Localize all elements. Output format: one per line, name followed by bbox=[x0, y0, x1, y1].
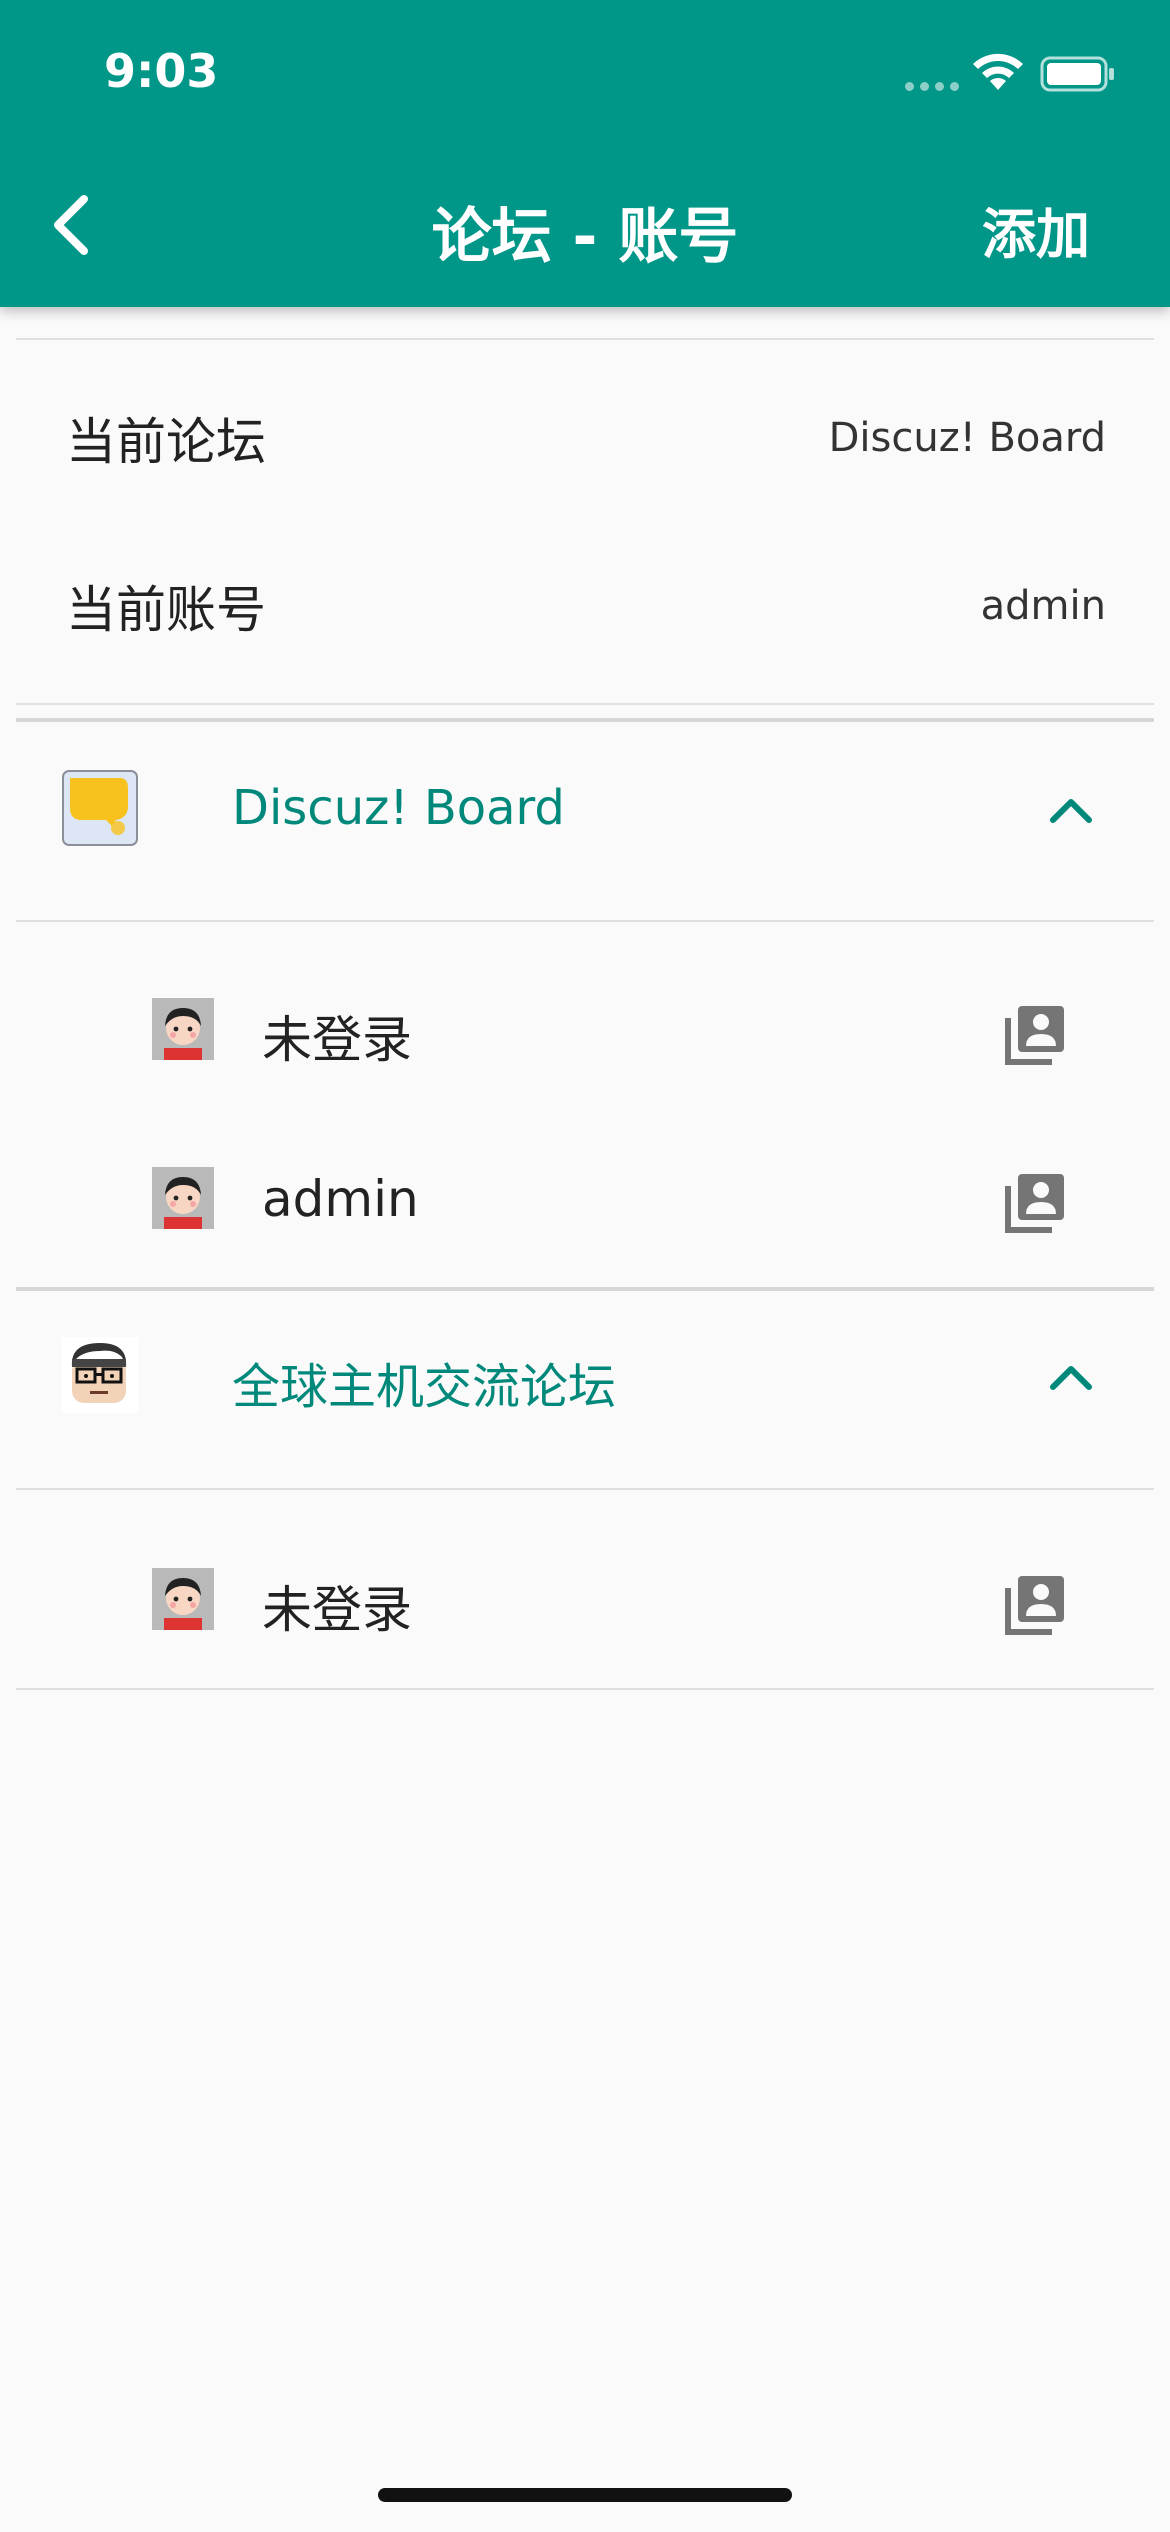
signal-icon bbox=[905, 82, 959, 91]
wifi-icon bbox=[973, 53, 1023, 90]
divider bbox=[16, 338, 1154, 340]
account-row[interactable]: admin bbox=[0, 1140, 1170, 1270]
account-name: 未登录 bbox=[262, 1011, 412, 1069]
switch-account-icon[interactable] bbox=[1002, 1002, 1068, 1068]
divider bbox=[16, 920, 1154, 922]
app-bar: 9:03 论坛 - 账号 添加 bbox=[0, 0, 1170, 307]
account-row[interactable]: 未登录 bbox=[0, 970, 1170, 1100]
switch-account-icon[interactable] bbox=[1002, 1170, 1068, 1236]
divider bbox=[16, 1287, 1154, 1291]
account-row[interactable]: 未登录 bbox=[0, 1540, 1170, 1670]
discuz-logo-icon bbox=[62, 770, 138, 846]
current-account-value: admin bbox=[980, 583, 1106, 629]
hostloc-logo-icon bbox=[62, 1337, 138, 1413]
chevron-up-icon[interactable] bbox=[1045, 790, 1097, 830]
battery-icon bbox=[1040, 56, 1114, 92]
current-forum-row: 当前论坛 Discuz! Board bbox=[66, 388, 1106, 488]
forum-group-header[interactable]: 全球主机交流论坛 bbox=[0, 1302, 1170, 1452]
current-account-row: 当前账号 admin bbox=[66, 556, 1106, 656]
current-account-label: 当前账号 bbox=[66, 581, 266, 639]
forum-group-header[interactable]: Discuz! Board bbox=[0, 735, 1170, 885]
current-forum-label: 当前论坛 bbox=[66, 413, 266, 471]
account-name: admin bbox=[262, 1170, 419, 1228]
current-forum-value: Discuz! Board bbox=[828, 415, 1106, 461]
forum-name: 全球主机交流论坛 bbox=[232, 1359, 617, 1415]
divider bbox=[16, 1688, 1154, 1690]
divider bbox=[16, 718, 1154, 722]
divider bbox=[16, 703, 1154, 705]
default-avatar-icon bbox=[152, 1568, 214, 1630]
default-avatar-icon bbox=[152, 998, 214, 1060]
switch-account-icon[interactable] bbox=[1002, 1572, 1068, 1638]
home-indicator[interactable] bbox=[378, 2488, 792, 2502]
default-avatar-icon bbox=[152, 1167, 214, 1229]
forum-name: Discuz! Board bbox=[232, 780, 565, 836]
status-time: 9:03 bbox=[104, 44, 219, 98]
account-name: 未登录 bbox=[262, 1581, 412, 1639]
chevron-up-icon[interactable] bbox=[1045, 1357, 1097, 1397]
add-button[interactable]: 添加 bbox=[982, 190, 1090, 269]
divider bbox=[16, 1488, 1154, 1490]
